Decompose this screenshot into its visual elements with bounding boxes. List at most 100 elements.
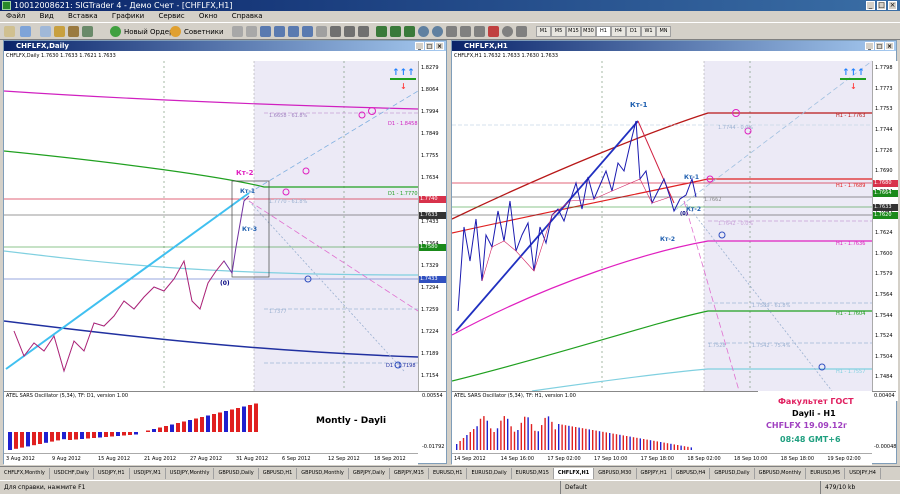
histogram-bar [602,431,604,450]
fibonacci-icon[interactable] [316,26,327,37]
bar-chart-icon[interactable] [376,26,387,37]
timeframe-m5[interactable]: M5 [551,26,566,37]
window-maximize-button[interactable]: □ [425,42,434,50]
autoscroll-icon[interactable] [460,26,471,37]
price-chart-h1[interactable]: CHFLFX,H1 1.7632 1.7633 1.7630 1.7633 Кт… [452,51,898,465]
trendline-icon[interactable] [288,26,299,37]
chart-tab[interactable]: GBPUSD,Daily [710,468,755,479]
timeframe-h1[interactable]: H1 [596,26,611,37]
chart-shift-icon[interactable] [474,26,485,37]
price-scale[interactable]: 1.8279 1.8064 1.7994 1.7849 1.7755 1.7634 1.75… [418,61,446,401]
chart-tab[interactable]: GBPUSD,M30 [594,468,637,479]
window-minimize-button[interactable]: _ [865,42,874,50]
crosshair-icon[interactable] [232,26,243,37]
chart-tab[interactable]: GBPJPY,Daily [349,468,390,479]
minimize-button[interactable]: _ [866,1,875,10]
periods-icon[interactable] [502,26,513,37]
menu-view[interactable]: Вид [40,12,54,20]
histogram-bar [212,414,216,432]
menu-help[interactable]: Справка [232,12,263,20]
advisors-button[interactable]: Советники [181,25,227,38]
new-order-icon[interactable] [110,26,121,37]
market-watch-icon[interactable] [40,26,51,37]
chart-window-daily[interactable]: CHFLFX,Daily _ □ × CHFLFX,Daily 1.7630 1… [3,40,447,465]
timeframe-h4[interactable]: H4 [611,26,626,37]
channel-icon[interactable] [302,26,313,37]
chart-window-title[interactable]: CHFLFX,H1 _ □ × [452,41,896,51]
chart-tab[interactable]: GBPUSD,Monthly [755,468,807,479]
menu-window[interactable]: Окно [199,12,218,20]
histogram-bar [632,437,635,450]
price-scale[interactable]: 1.7798 1.7773 1.7753 1.7744 1.7726 1.7690 1.76… [872,61,898,401]
chart-tab[interactable]: EURUSD,H1 [429,468,468,479]
candles-icon[interactable] [390,26,401,37]
chart-tab[interactable]: GBPUSD,H4 [672,468,711,479]
chart-tab[interactable]: USDJPY,H1 [94,468,130,479]
label-kt2b: Кт-2 [660,236,675,243]
line-chart-icon[interactable] [404,26,415,37]
window-close-button[interactable]: × [435,42,444,50]
timeframe-m30[interactable]: M30 [581,26,596,37]
chart-tab[interactable]: USDJPY,Monthly [166,468,215,479]
time-scale[interactable]: 3 Aug 2012 9 Aug 2012 15 Aug 2012 21 Aug 20… [4,453,418,465]
window-maximize-button[interactable]: □ [875,42,884,50]
fib-label: 1.7662 [704,197,722,203]
chart-tab[interactable]: USDJPY,H4 [845,468,881,479]
menu-bar: Файл Вид Вставка Графики Сервис Окно Спр… [0,11,900,22]
tester-icon[interactable] [82,26,93,37]
terminal-icon[interactable] [68,26,79,37]
timeframe-m15[interactable]: M15 [566,26,581,37]
close-button[interactable]: × [888,1,897,10]
maximize-button[interactable]: □ [877,1,886,10]
menu-insert[interactable]: Вставка [68,12,98,20]
menu-file[interactable]: Файл [6,12,25,20]
chart-tab[interactable]: GBPUSD,H1 [259,468,298,479]
price-scale-label: 1.8279 [421,65,439,71]
chart-tab[interactable]: CHFLFX,H1 [553,468,595,479]
cursor-icon[interactable] [246,26,257,37]
new-order-button[interactable]: Новый Ордер [121,25,177,38]
horizontal-line-icon[interactable] [274,26,285,37]
timeframe-m1[interactable]: M1 [536,26,551,37]
label-icon[interactable] [344,26,355,37]
time-scale[interactable]: 14 Sep 2012 14 Sep 16:00 17 Sep 02:00 17 Se… [452,453,872,465]
text-icon[interactable] [330,26,341,37]
time-scale-label: 18 Sep 2012 [374,456,406,462]
window-close-button[interactable]: × [885,42,894,50]
navigator-icon[interactable] [54,26,65,37]
histogram-bar [254,403,258,432]
menu-charts[interactable]: Графики [112,12,144,20]
oscillator-panel[interactable]: ATEL SARS Oscillator (5,34), TF: D1, ver… [4,391,446,453]
chart-window-h1[interactable]: CHFLFX,H1 _ □ × CHFLFX,H1 1.7632 1.7633 … [451,40,898,465]
timeframe-mn[interactable]: MN [656,26,671,37]
timeframe-d1[interactable]: D1 [626,26,641,37]
level-label: H1 - 1.7604 [836,311,865,317]
new-chart-icon[interactable] [4,26,15,37]
chart-tab[interactable]: CHFLFX,Monthly [0,468,50,479]
window-minimize-button[interactable]: _ [415,42,424,50]
chart-tab[interactable]: GBPUSD,Daily [214,468,259,479]
advisors-icon[interactable] [170,26,181,37]
zoom-in-icon[interactable] [418,26,429,37]
tile-windows-icon[interactable] [446,26,457,37]
vertical-line-icon[interactable] [260,26,271,37]
indicators-icon[interactable] [488,26,499,37]
profiles-icon[interactable] [20,26,31,37]
chart-tab[interactable]: USDJPY,M1 [130,468,166,479]
arrows-icon[interactable] [358,26,369,37]
chart-tab[interactable]: EURUSD,Daily [467,468,512,479]
timeframe-w1[interactable]: W1 [641,26,656,37]
histogram-bar [592,430,594,450]
zoom-out-icon[interactable] [432,26,443,37]
chart-tab[interactable]: GBPUSD,Monthly [297,468,349,479]
chart-window-title[interactable]: CHFLFX,Daily _ □ × [4,41,446,51]
chart-tab[interactable]: EURUSD,M15 [512,468,554,479]
chart-tab[interactable]: GBPJPY,H1 [637,468,672,479]
menu-tools[interactable]: Сервис [158,12,184,20]
chart-tab[interactable]: USDCHF,Daily [50,468,94,479]
price-chart-daily[interactable]: CHFLFX,Daily 1.7630 1.7633 1.7621 1.7633 [4,51,446,465]
chart-tab[interactable]: EURUSD,M5 [806,468,846,479]
chart-tab[interactable]: GBPJPY,M15 [390,468,429,479]
histogram-bar [578,427,580,450]
templates-icon[interactable] [516,26,527,37]
